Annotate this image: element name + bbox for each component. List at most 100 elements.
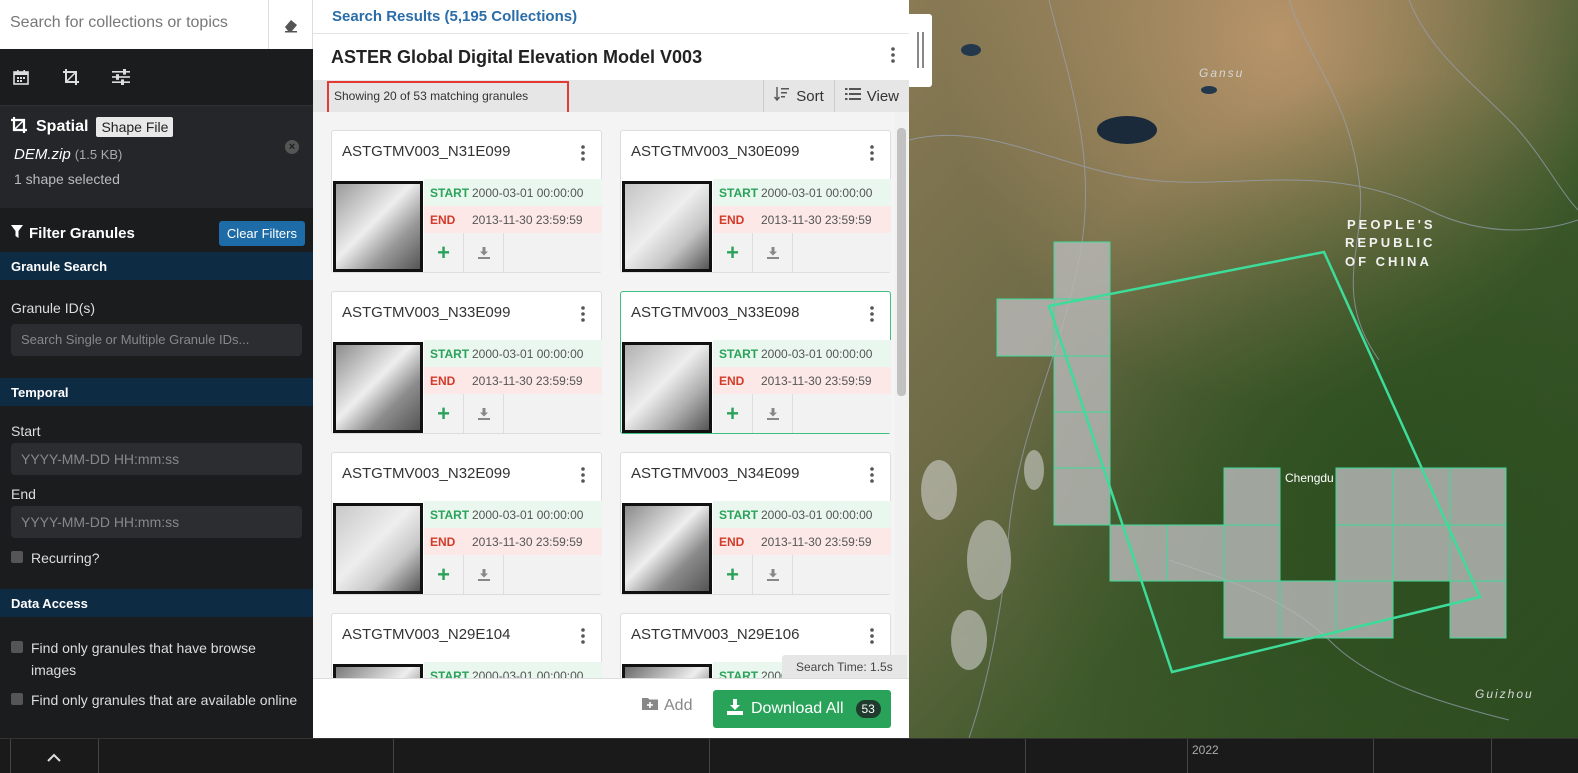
granule-ids-input[interactable]: Search Single or Multiple Granule IDs... [11, 324, 302, 356]
timeline-tick [709, 739, 710, 773]
timeline-tick [1187, 739, 1188, 773]
end-key: END [430, 212, 456, 227]
map-label-china-3: OF CHINA [1345, 254, 1432, 269]
granule-thumbnail[interactable] [622, 342, 712, 433]
granule-results-panel: Search Results (5,195 Collections) ASTER… [313, 0, 909, 738]
granule-more-icon[interactable] [581, 467, 585, 486]
granule-card[interactable]: ASTGTMV003_N34E099 START 2000-03-01 00:00:… [620, 452, 891, 595]
granule-end-row: END 2013-11-30 23:59:59 [713, 367, 891, 394]
online-label: Find only granules that are available on… [31, 692, 298, 708]
lake-shape [961, 44, 981, 56]
recurring-checkbox[interactable] [11, 551, 23, 563]
granule-name: ASTGTMV003_N30E099 [631, 143, 800, 160]
granule-thumbnail[interactable] [622, 503, 712, 594]
granule-search-heading: Granule Search [0, 252, 313, 280]
collection-more-icon[interactable] [891, 46, 895, 68]
granule-start-value: 2000-03-01 00:00:00 [761, 507, 873, 522]
granule-more-icon[interactable] [870, 145, 874, 164]
scrollbar-thumb[interactable] [897, 128, 906, 396]
collection-title: ASTER Global Digital Elevation Model V00… [331, 46, 703, 67]
recurring-checkbox-row[interactable]: Recurring? [0, 547, 313, 569]
timeline-tick [1025, 739, 1026, 773]
start-key: START [719, 346, 759, 361]
granule-thumbnail[interactable] [622, 181, 712, 272]
granule-count-text: Showing 20 of 53 matching granules [327, 80, 569, 114]
end-key: END [719, 212, 745, 227]
add-granule-icon[interactable]: + [713, 555, 753, 594]
map-canvas[interactable]: Gansu PEOPLE'S REPUBLIC OF CHINA Chengdu… [909, 0, 1578, 738]
add-granule-icon[interactable]: + [713, 394, 753, 433]
add-granule-icon[interactable]: + [424, 394, 464, 433]
end-date-input[interactable]: YYYY-MM-DD HH:mm:ss [11, 506, 302, 538]
granule-name: ASTGTMV003_N33E099 [342, 304, 511, 321]
sliders-icon[interactable] [110, 66, 132, 88]
download-granule-icon[interactable] [464, 555, 504, 594]
granule-thumbnail[interactable] [333, 503, 423, 594]
calendar-icon[interactable] [10, 66, 32, 88]
add-to-project-button[interactable]: Add [642, 697, 692, 715]
granule-card[interactable]: ASTGTMV003_N30E099 START 2000-03-01 00:00:… [620, 130, 891, 273]
granule-thumbnail[interactable] [622, 664, 712, 678]
start-date-input[interactable]: YYYY-MM-DD HH:mm:ss [11, 443, 302, 475]
recurring-label: Recurring? [31, 550, 100, 566]
granule-thumbnail[interactable] [333, 664, 423, 678]
granule-start-value: 2000-03-01 00:00:00 [472, 507, 584, 522]
add-label: Add [664, 697, 693, 714]
add-granule-icon[interactable]: + [424, 555, 464, 594]
sort-button[interactable]: Sort [763, 80, 834, 112]
add-granule-icon[interactable]: + [424, 233, 464, 272]
granule-card[interactable]: ASTGTMV003_N31E099 START 2000-03-01 00:00:… [331, 130, 602, 273]
granule-start-value: 2000-03-01 00:00:00 [472, 185, 584, 200]
granule-end-value: 2013-11-30 23:59:59 [472, 212, 583, 227]
clear-filters-button[interactable]: Clear Filters [218, 220, 305, 246]
sort-icon [774, 86, 790, 106]
granule-end-row: END 2013-11-30 23:59:59 [424, 367, 602, 394]
map-view[interactable]: Gansu PEOPLE'S REPUBLIC OF CHINA Chengdu… [909, 0, 1578, 738]
end-key: END [719, 534, 745, 549]
download-granule-icon[interactable] [753, 233, 793, 272]
granule-card[interactable]: ASTGTMV003_N33E098 START 2000-03-01 00:00:… [620, 291, 891, 434]
granule-more-icon[interactable] [870, 467, 874, 486]
crop-icon[interactable] [60, 66, 82, 88]
granule-more-icon[interactable] [581, 628, 585, 647]
online-checkbox[interactable] [11, 693, 23, 705]
granule-more-icon[interactable] [581, 145, 585, 164]
view-button[interactable]: View [833, 80, 909, 112]
download-granule-icon[interactable] [753, 394, 793, 433]
granule-grid: ASTGTMV003_N31E099 START 2000-03-01 00:00:… [313, 112, 909, 678]
chevron-up-icon[interactable] [46, 749, 62, 765]
add-granule-icon[interactable]: + [713, 233, 753, 272]
granule-more-icon[interactable] [870, 306, 874, 325]
results-scrollbar[interactable] [895, 112, 908, 678]
download-granule-icon[interactable] [464, 394, 504, 433]
online-checkbox-row[interactable]: Find only granules that are available on… [0, 689, 313, 711]
download-granule-icon[interactable] [753, 555, 793, 594]
browse-images-checkbox[interactable] [11, 641, 23, 653]
granule-thumbnail[interactable] [333, 342, 423, 433]
granule-card[interactable]: ASTGTMV003_N33E099 START 2000-03-01 00:00:… [331, 291, 602, 434]
browse-images-checkbox-row[interactable]: Find only granules that have browse imag… [0, 637, 313, 681]
granule-card[interactable]: ASTGTMV003_N29E104 START 2000-03-01 00:00:… [331, 613, 602, 678]
timeline[interactable]: 2022 [0, 738, 1578, 773]
granule-more-icon[interactable] [870, 628, 874, 647]
granule-card[interactable]: ASTGTMV003_N32E099 START 2000-03-01 00:00:… [331, 452, 602, 595]
granule-more-icon[interactable] [581, 306, 585, 325]
clear-search-icon[interactable] [268, 0, 312, 49]
granule-end-row: END 2013-11-30 23:59:59 [424, 528, 602, 555]
remove-spatial-icon[interactable]: × [285, 140, 299, 154]
granule-name: ASTGTMV003_N34E099 [631, 465, 800, 482]
granule-start-value: 2000-03-01 00:00:00 [761, 346, 873, 361]
shape-file-name: DEM.zip [14, 146, 71, 163]
granule-name: ASTGTMV003_N31E099 [342, 143, 511, 160]
timeline-tick [98, 739, 99, 773]
timeline-tick [1491, 739, 1492, 773]
search-time: Search Time: 1.5s [782, 655, 907, 679]
search-results-link[interactable]: Search Results (5,195 Collections) [313, 0, 909, 34]
download-all-button[interactable]: Download All 53 [713, 690, 891, 728]
granule-thumbnail[interactable] [333, 181, 423, 272]
granule-start-value: 2000-03-01 00:00:00 [761, 185, 873, 200]
download-granule-icon[interactable] [464, 233, 504, 272]
collection-search-input[interactable]: Search for collections or topics [0, 0, 268, 49]
lake-shape [1201, 86, 1217, 94]
panel-resize-handle[interactable] [909, 14, 932, 87]
